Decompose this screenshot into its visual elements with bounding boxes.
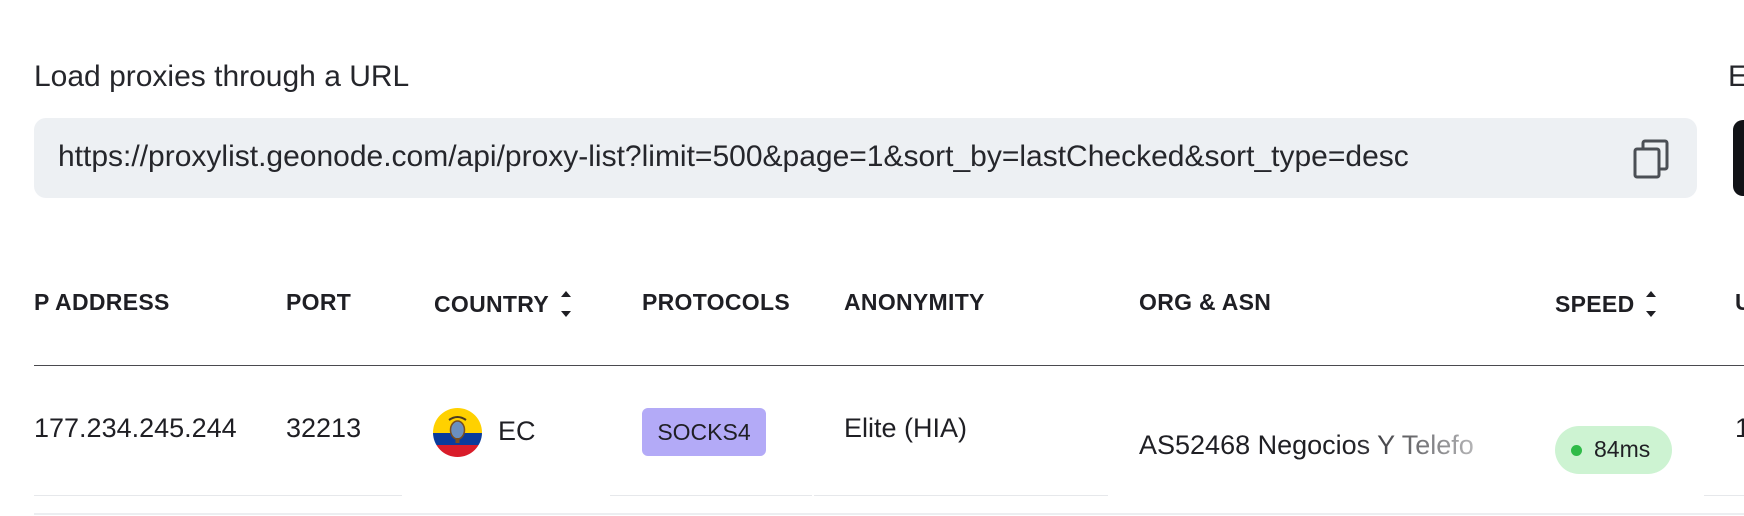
column-header-speed[interactable]: SPEED xyxy=(1555,289,1658,323)
copy-icon[interactable] xyxy=(1629,136,1675,182)
ip-cell: 177.234.245.244 xyxy=(34,413,237,443)
anonymity-cell: Elite (HIA) xyxy=(844,413,968,443)
ecuador-flag-icon xyxy=(433,408,482,457)
column-header-anonymity: ANONYMITY xyxy=(844,289,985,315)
url-section-label: Load proxies through a URL xyxy=(34,60,410,93)
org-cell: AS52468 Negocios Y Telefo xyxy=(1139,430,1474,460)
speed-value: 84ms xyxy=(1594,436,1651,462)
side-button[interactable] xyxy=(1733,120,1744,196)
port-cell: 32213 xyxy=(286,413,362,443)
speed-badge: 84ms xyxy=(1555,426,1672,474)
column-header-country-label: COUNTRY xyxy=(434,291,549,318)
column-header-org: ORG & ASN xyxy=(1139,289,1272,315)
row-divider xyxy=(814,495,1108,496)
sort-updown-icon[interactable] xyxy=(1644,287,1658,321)
row-divider xyxy=(34,495,402,496)
header-divider xyxy=(34,365,1744,366)
column-header-speed-label: SPEED xyxy=(1555,291,1635,318)
status-dot-icon xyxy=(1571,445,1582,456)
column-header-next: U xyxy=(1735,289,1744,315)
column-header-protocols: PROTOCOLS xyxy=(642,289,790,315)
sort-updown-icon[interactable] xyxy=(559,287,573,321)
table-bottom-divider xyxy=(34,513,1744,515)
protocol-badge: SOCKS4 xyxy=(642,408,766,456)
column-header-port: PORT xyxy=(286,289,352,315)
next-cell: 1 xyxy=(1735,413,1744,443)
column-header-ip: P ADDRESS xyxy=(34,289,170,315)
proxy-table: P ADDRESS PORT COUNTRY PROTOCOLS ANONYMI… xyxy=(0,255,1744,516)
row-divider xyxy=(1704,495,1744,496)
country-cell: EC xyxy=(498,416,536,446)
url-field[interactable]: https://proxylist.geonode.com/api/proxy-… xyxy=(34,118,1697,198)
url-text[interactable]: https://proxylist.geonode.com/api/proxy-… xyxy=(58,140,1409,174)
next-section-label: E xyxy=(1728,60,1744,93)
column-header-country[interactable]: COUNTRY xyxy=(434,289,573,323)
row-divider xyxy=(610,495,812,496)
